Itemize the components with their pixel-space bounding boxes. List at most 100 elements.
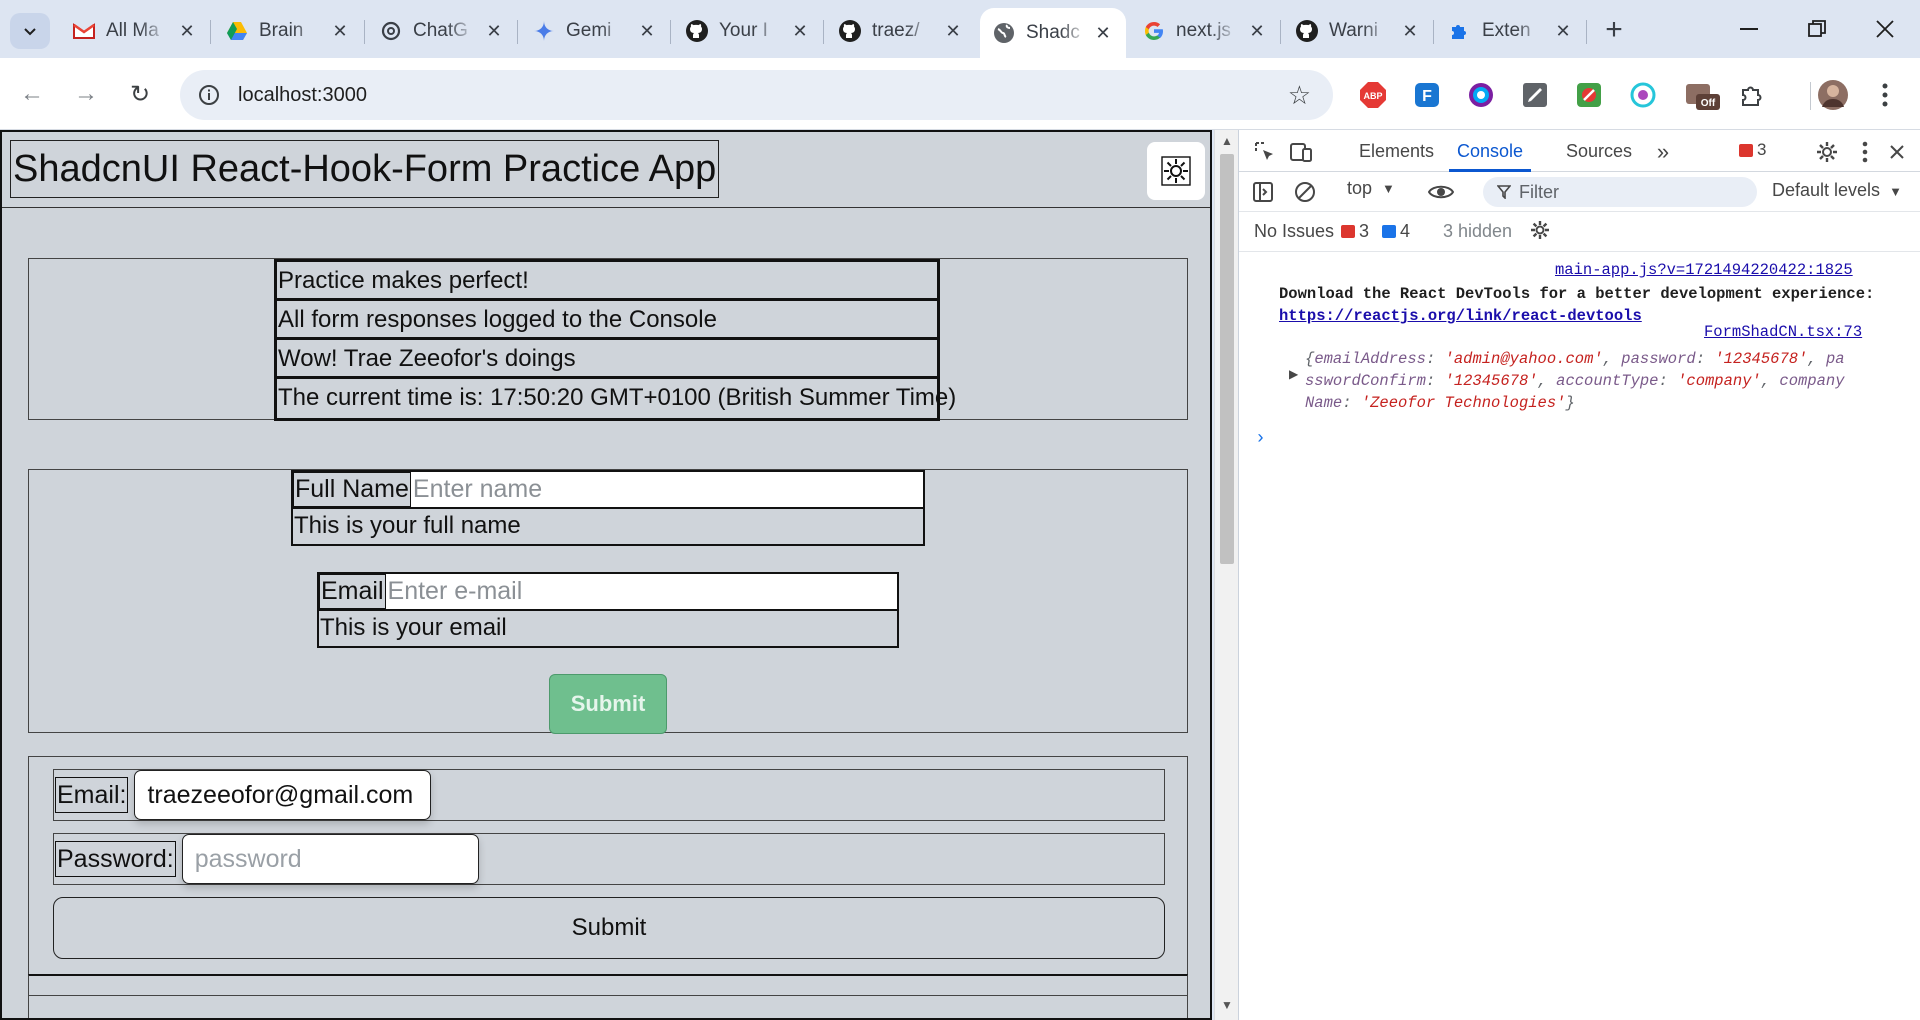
tab-shadcn[interactable]: Shadc ✕ (980, 8, 1126, 58)
scroll-thumb[interactable] (1220, 154, 1234, 564)
pen-icon[interactable] (1518, 78, 1552, 112)
submit-button[interactable]: Submit (549, 674, 667, 734)
close-icon[interactable]: ✕ (176, 20, 198, 42)
browser-toolbar: ← → ↻ localhost:3000 ☆ ABP F Off (0, 58, 1920, 130)
console-toolbar: top ▼ Filter Default levels ▼ (1239, 172, 1920, 212)
svg-text:F: F (1422, 88, 1432, 105)
console-object-log[interactable]: {emailAddress: 'admin@yahoo.com', passwo… (1305, 348, 1905, 414)
login-submit-button[interactable]: Submit (53, 897, 1165, 959)
close-icon[interactable]: ✕ (1246, 20, 1268, 42)
color-picker-icon[interactable] (1464, 78, 1498, 112)
tab-strip: All Ma ✕ Brain ✕ ChatG ✕ Gemi ✕ Your I ✕… (0, 0, 1920, 58)
theme-toggle-button[interactable] (1147, 142, 1205, 200)
restore-button[interactable] (1784, 8, 1850, 50)
plus-icon: + (1605, 13, 1623, 46)
info-section: Practice makes perfect! All form respons… (28, 258, 1188, 421)
tab-extensions[interactable]: Exten ✕ (1436, 8, 1586, 54)
console-settings-gear-icon[interactable] (1529, 219, 1551, 246)
email-input[interactable] (385, 574, 897, 609)
full-name-field: Full Name This is your full name (291, 470, 925, 546)
full-name-input[interactable] (410, 472, 923, 507)
live-expression-eye-icon[interactable] (1427, 178, 1455, 206)
info-row: Wow! Trae Zeeofor's doings (277, 340, 937, 379)
bookmark-star-icon[interactable]: ☆ (1288, 80, 1311, 111)
address-bar[interactable]: localhost:3000 ☆ (180, 70, 1333, 120)
close-devtools-icon[interactable] (1883, 138, 1911, 166)
close-icon[interactable]: ✕ (483, 20, 505, 42)
profile-form: Full Name This is your full name Email T… (28, 469, 1188, 734)
forward-button[interactable]: → (66, 74, 106, 114)
reload-button[interactable]: ↻ (120, 74, 160, 114)
tab-github-3[interactable]: Warni ✕ (1283, 8, 1433, 54)
tab-elements[interactable]: Elements (1359, 130, 1434, 172)
close-icon[interactable]: ✕ (789, 20, 811, 42)
login-password-input[interactable] (181, 834, 479, 884)
chevron-down-icon (24, 28, 36, 36)
login-email-input[interactable] (134, 770, 432, 820)
tab-gmail[interactable]: All Ma ✕ (60, 8, 210, 54)
tab-github-1[interactable]: Your I ✕ (673, 8, 823, 54)
expand-triangle-icon[interactable]: ▶ (1289, 367, 1298, 382)
site-info-icon[interactable] (194, 80, 224, 110)
log-levels-dropdown[interactable]: Default levels ▼ (1772, 180, 1902, 201)
circle-ext-icon[interactable] (1626, 78, 1660, 112)
back-button[interactable]: ← (12, 74, 52, 114)
tab-console[interactable]: Console (1449, 130, 1532, 172)
issues-message-count[interactable]: 4 (1382, 221, 1410, 242)
tab-google-nextjs[interactable]: next.js ✕ (1130, 8, 1280, 54)
puzzle-icon[interactable] (1736, 78, 1770, 112)
tab-gemini[interactable]: Gemi ✕ (520, 8, 670, 54)
close-icon[interactable]: ✕ (1552, 20, 1574, 42)
issues-label[interactable]: No Issues (1254, 221, 1334, 242)
google-icon (1142, 19, 1166, 43)
clear-console-icon[interactable] (1291, 178, 1319, 206)
log-source-link[interactable]: FormShadCN.tsx:73 (1704, 323, 1862, 341)
adblock-plus-icon[interactable]: ABP (1356, 78, 1390, 112)
new-tab-button[interactable]: + (1596, 12, 1632, 48)
inspect-element-icon[interactable] (1251, 138, 1279, 166)
browser-menu-icon[interactable] (1868, 78, 1902, 112)
sun-icon (1161, 156, 1191, 186)
devtools-menu-icon[interactable] (1851, 138, 1879, 166)
current-time-row: The current time is: 17:50:20 GMT+0100 (… (278, 384, 957, 411)
info-table: Practice makes perfect! All form respons… (274, 259, 957, 421)
console-filter-input[interactable]: Filter (1483, 177, 1757, 207)
tab-drive[interactable]: Brain ✕ (213, 8, 363, 54)
url-text[interactable]: localhost:3000 (238, 84, 367, 107)
off-toggle-icon[interactable]: Off (1680, 78, 1724, 112)
tab-search-button[interactable] (10, 13, 50, 49)
close-icon[interactable]: ✕ (329, 20, 351, 42)
sidebar-toggle-icon[interactable] (1249, 178, 1277, 206)
close-icon[interactable]: ✕ (1399, 20, 1421, 42)
avatar[interactable] (1816, 78, 1850, 112)
scroll-down-icon[interactable]: ▼ (1219, 998, 1235, 1014)
issues-error-count[interactable]: 3 (1341, 221, 1369, 242)
scroll-up-icon[interactable]: ▲ (1219, 134, 1235, 150)
close-window-button[interactable] (1852, 8, 1918, 50)
tab-chatgpt[interactable]: ChatG ✕ (367, 8, 517, 54)
console-prompt-icon[interactable]: › (1255, 429, 1266, 449)
log-source-link[interactable]: main-app.js?v=1721494220422:1825 (1555, 261, 1853, 279)
tab-github-2[interactable]: traez/ ✕ (826, 8, 976, 54)
arrow-left-icon: ← (20, 80, 44, 107)
device-toolbar-icon[interactable] (1287, 138, 1315, 166)
svg-text:Off: Off (1701, 98, 1716, 109)
tab-sources[interactable]: Sources (1566, 130, 1632, 172)
settings-gear-icon[interactable] (1813, 138, 1841, 166)
close-icon[interactable]: ✕ (1092, 22, 1114, 44)
close-icon (1876, 20, 1894, 38)
close-icon[interactable]: ✕ (942, 20, 964, 42)
minimize-button[interactable] (1716, 8, 1782, 50)
more-tabs-icon[interactable]: » (1649, 138, 1677, 166)
page-scrollbar[interactable]: ▲ ▼ (1214, 130, 1238, 1020)
extension-f-icon[interactable]: F (1410, 78, 1444, 112)
close-icon[interactable]: ✕ (636, 20, 658, 42)
react-devtools-link[interactable]: https://reactjs.org/link/react-devtools (1279, 307, 1642, 325)
email-field: Email This is your email (317, 572, 899, 648)
no-icon[interactable] (1572, 78, 1606, 112)
context-selector[interactable]: top ▼ (1347, 178, 1395, 199)
extension-icon (1448, 19, 1472, 43)
reload-icon: ↻ (129, 80, 151, 108)
login-password-row: Password: (53, 833, 1165, 885)
error-counter[interactable]: 3 (1739, 140, 1766, 160)
